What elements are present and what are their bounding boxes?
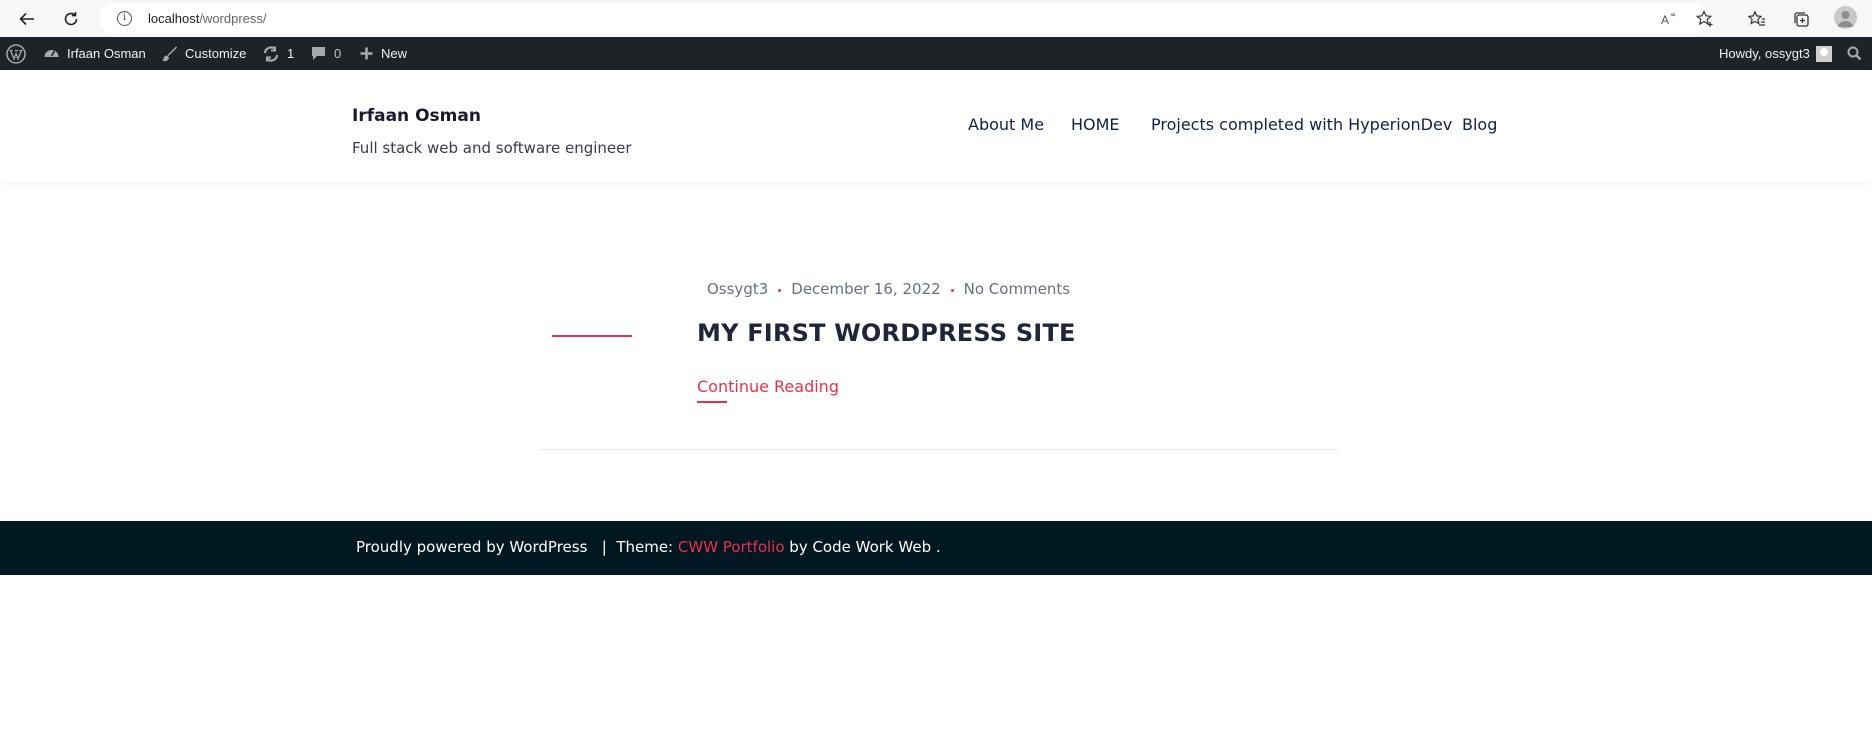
- nav-blog[interactable]: Blog: [1462, 115, 1497, 134]
- plus-icon: [360, 47, 373, 60]
- site-name-label: Irfaan Osman: [67, 46, 146, 61]
- site-info-icon[interactable]: i: [117, 11, 132, 26]
- admin-bar-comments[interactable]: 0: [310, 37, 341, 70]
- admin-bar-new[interactable]: New: [359, 37, 407, 70]
- post-author[interactable]: Ossygt3: [707, 280, 768, 298]
- post-accent-line: [552, 335, 632, 337]
- read-aloud-icon[interactable]: A: [1659, 9, 1679, 29]
- reload-button[interactable]: [58, 6, 84, 32]
- admin-bar-customize[interactable]: Customize: [161, 37, 246, 70]
- comments-count: 0: [334, 46, 342, 61]
- post-date[interactable]: December 16, 2022: [791, 280, 940, 298]
- updates-count: 1: [287, 46, 295, 61]
- favorite-add-icon[interactable]: [1695, 9, 1715, 29]
- new-label: New: [381, 46, 408, 61]
- site-tagline: Full stack web and software engineer: [352, 139, 632, 157]
- site-header: Irfaan Osman Full stack web and software…: [0, 70, 1872, 182]
- wordpress-icon: [6, 43, 26, 64]
- wp-admin-bar: Irfaan Osman Customize 1 0 New Howdy, os…: [0, 37, 1872, 70]
- footer-powered-link[interactable]: Proudly powered by WordPress: [356, 538, 587, 556]
- back-button[interactable]: [14, 6, 40, 32]
- site-title[interactable]: Irfaan Osman: [352, 106, 481, 126]
- dashboard-icon: [44, 50, 59, 57]
- site-footer: Proudly powered by WordPress | Theme: CW…: [0, 521, 1872, 575]
- admin-bar-my-account[interactable]: Howdy, ossygt3: [1719, 37, 1832, 70]
- url-text: localhost/wordpress/: [148, 11, 267, 26]
- footer-by: by Code Work Web .: [789, 538, 941, 556]
- brush-icon: [162, 46, 177, 62]
- customize-label: Customize: [185, 46, 247, 61]
- reload-icon: [64, 12, 78, 26]
- svg-text:A: A: [1661, 13, 1669, 27]
- admin-bar-updates[interactable]: 1: [262, 37, 294, 70]
- profile-avatar[interactable]: [1834, 6, 1857, 29]
- meta-separator: [778, 288, 782, 292]
- search-icon: [1847, 46, 1862, 61]
- nav-about-me[interactable]: About Me: [968, 115, 1044, 134]
- back-arrow-icon: [19, 12, 34, 26]
- user-avatar: [1815, 45, 1832, 62]
- updates-icon: [263, 45, 279, 62]
- wordpress-logo-button[interactable]: [6, 37, 33, 70]
- admin-bar-site-name[interactable]: Irfaan Osman: [43, 37, 146, 70]
- address-bar[interactable]: i localhost/wordpress/: [99, 3, 1709, 34]
- footer-separator: |: [601, 538, 607, 556]
- read-more-underline: [697, 401, 727, 403]
- post-divider: [538, 449, 1338, 450]
- continue-reading-link[interactable]: Continue Reading: [697, 377, 839, 396]
- post-meta: Ossygt3 December 16, 2022 No Comments: [707, 280, 1070, 298]
- post-comments[interactable]: No Comments: [964, 280, 1070, 298]
- howdy-label: Howdy, ossygt3: [1719, 46, 1810, 61]
- browser-toolbar: i localhost/wordpress/ A: [0, 0, 1872, 37]
- collections-icon[interactable]: [1790, 8, 1812, 30]
- comment-icon: [312, 47, 325, 60]
- admin-bar-search[interactable]: [1847, 37, 1869, 70]
- nav-projects[interactable]: Projects completed with HyperionDev: [1151, 115, 1452, 134]
- nav-home[interactable]: HOME: [1071, 115, 1120, 134]
- footer-credits: Proudly powered by WordPress | Theme: CW…: [356, 538, 941, 556]
- meta-separator: [950, 288, 954, 292]
- favorites-icon[interactable]: [1745, 8, 1767, 30]
- footer-theme-link[interactable]: CWW Portfolio: [678, 538, 785, 556]
- post-title[interactable]: MY FIRST WORDPRESS SITE: [697, 319, 1076, 347]
- footer-theme-label: Theme:: [616, 538, 674, 556]
